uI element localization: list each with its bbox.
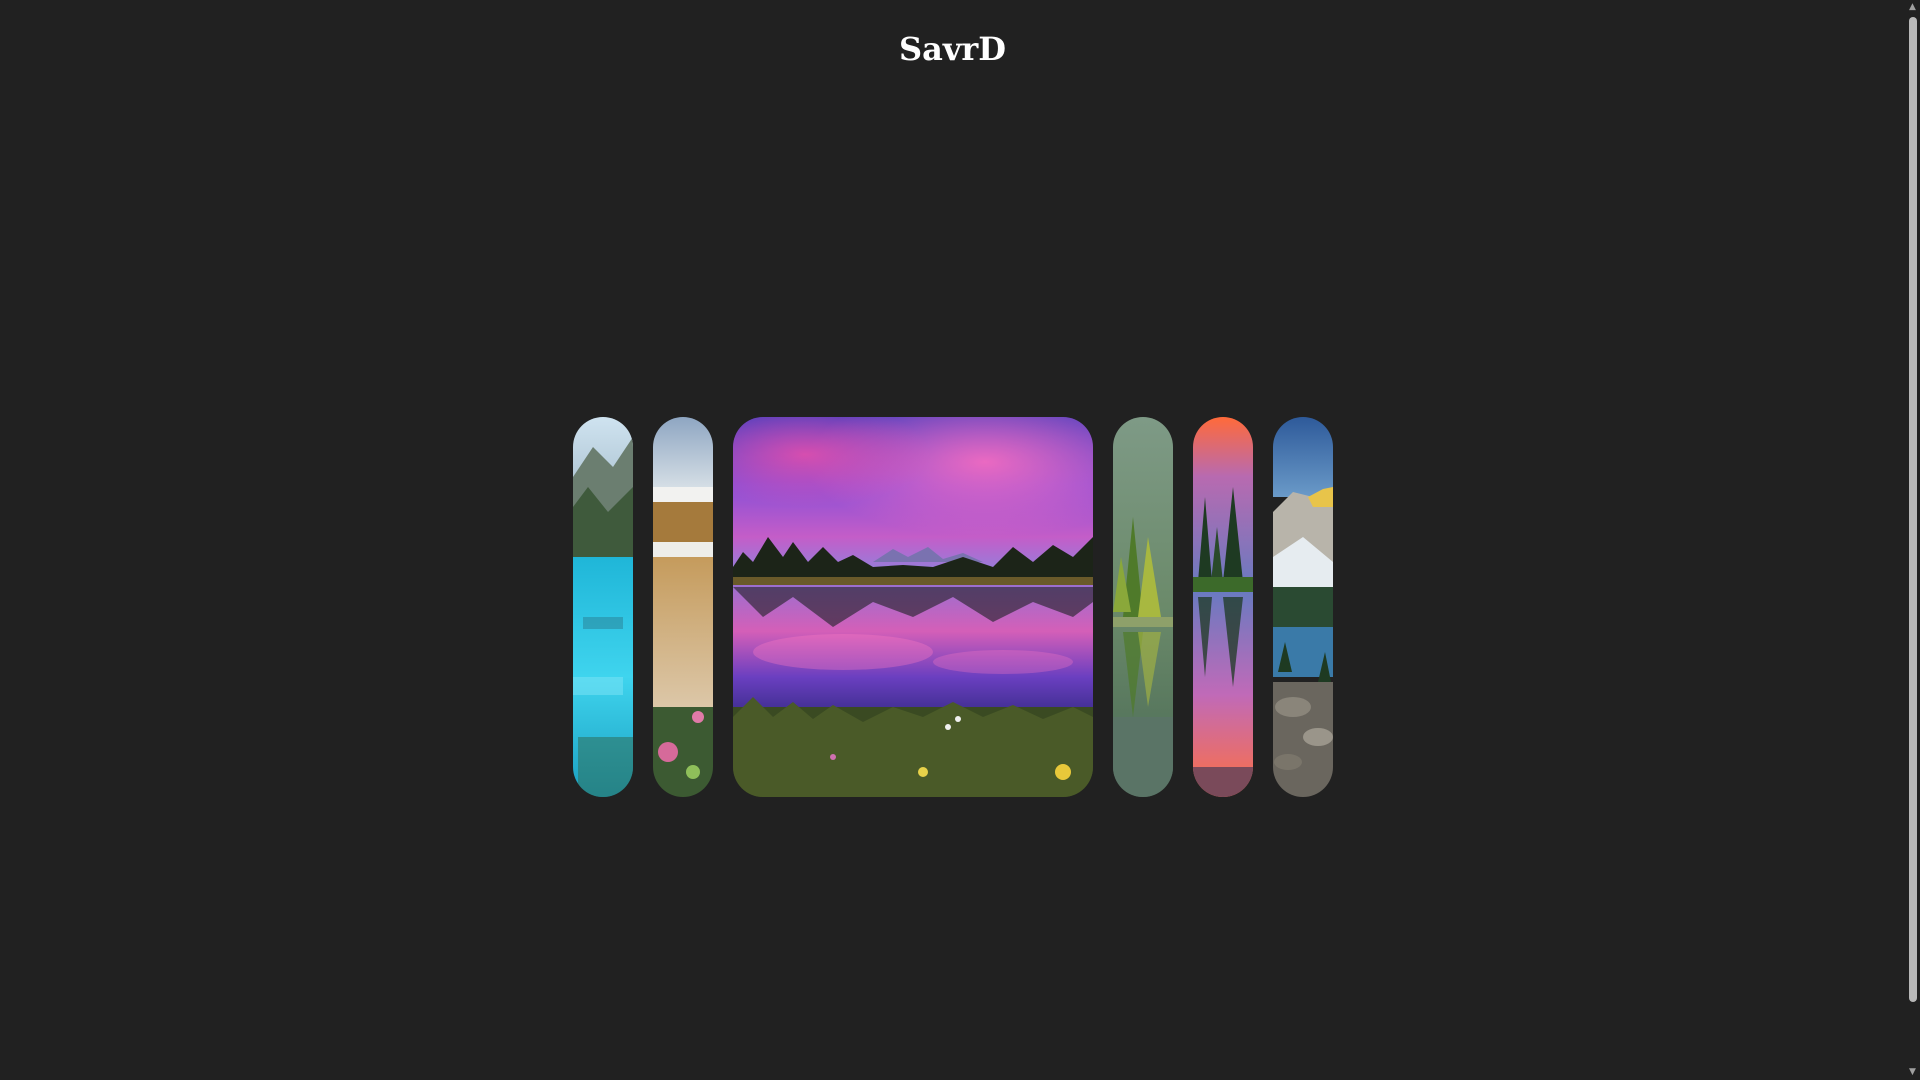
page: SavrD ▲ ▼ xyxy=(0,0,1920,1080)
image-gallery xyxy=(573,417,1333,797)
sunset-lake-image xyxy=(733,417,1093,797)
misty-shore-image xyxy=(653,417,713,797)
orange-sunset-image xyxy=(1193,417,1253,797)
mountain-lake-image xyxy=(1273,417,1333,797)
scroll-thumb[interactable] xyxy=(1909,17,1917,1002)
triangle-down-icon[interactable]: ▼ xyxy=(1905,1065,1920,1080)
gallery-panel-mountain-lake-rocks[interactable] xyxy=(1273,417,1333,797)
gallery-panel-green-forest-reflection[interactable] xyxy=(1113,417,1173,797)
page-title: SavrD xyxy=(898,30,1007,68)
triangle-up-icon[interactable]: ▲ xyxy=(1905,0,1920,15)
gallery-panel-orange-sunset-pines[interactable] xyxy=(1193,417,1253,797)
vertical-scrollbar[interactable]: ▲ ▼ xyxy=(1905,0,1920,1080)
green-forest-image xyxy=(1113,417,1173,797)
gallery-panel-turquoise-lake[interactable] xyxy=(573,417,633,797)
turquoise-lake-image xyxy=(573,417,633,797)
gallery-panel-misty-shore-flowers[interactable] xyxy=(653,417,713,797)
gallery-panel-sunset-lake-reflection[interactable] xyxy=(733,417,1093,797)
